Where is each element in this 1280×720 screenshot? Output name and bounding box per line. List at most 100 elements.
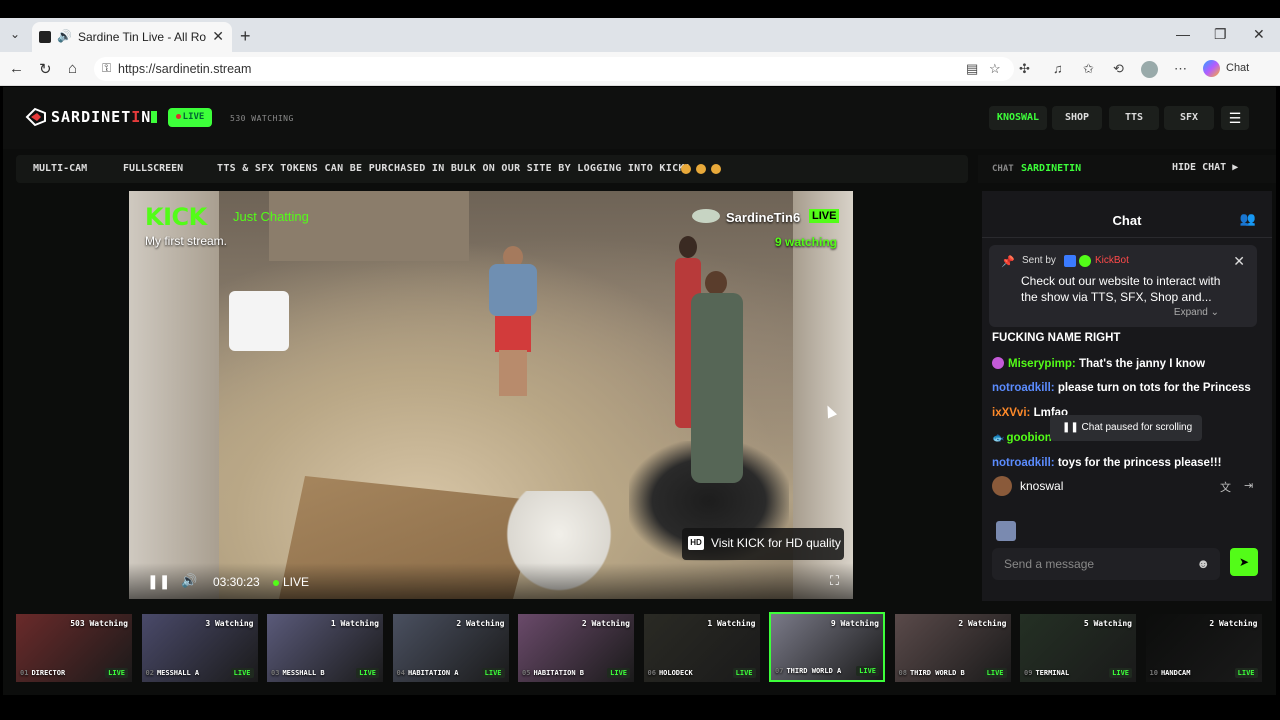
site-logo-text[interactable]: SARDINETIN <box>51 108 151 126</box>
logo-accent-i: I <box>131 108 142 126</box>
media-icon[interactable]: ♫ <box>1053 61 1063 76</box>
nav-shop[interactable]: SHOP <box>1052 106 1102 130</box>
stream-live-badge: LIVE <box>809 209 840 223</box>
favorites-icon[interactable]: ✩ <box>1083 61 1094 77</box>
camera-watching: 2 Watching <box>1209 619 1258 628</box>
chat-user[interactable]: Miserypimp: <box>1008 358 1076 370</box>
kick-logo[interactable]: KICK <box>145 203 207 231</box>
camera-live-badge: LIVE <box>856 666 879 676</box>
fullscreen-icon[interactable]: ⛶ <box>830 573 839 589</box>
extensions-icon[interactable]: ✣ <box>1019 61 1030 77</box>
watching-count: 530 WATCHING <box>230 114 294 123</box>
video-live-indicator[interactable]: LIVE <box>273 575 309 589</box>
camera-thumb[interactable]: 2 Watching 04 HABITATION A LIVE <box>392 614 509 682</box>
close-tab-icon[interactable]: ✕ <box>212 28 224 45</box>
nav-tts[interactable]: TTS <box>1109 106 1159 130</box>
minimize-icon[interactable]: — <box>1176 26 1190 42</box>
chat-user[interactable]: notroadkill: <box>992 382 1055 394</box>
camera-thumb[interactable]: 2 Watching 05 HABITATION B LIVE <box>518 614 634 682</box>
camera-thumb[interactable]: 1 Watching 06 HOLODECK LIVE <box>643 614 760 682</box>
chat-user[interactable]: goobion <box>1006 432 1051 444</box>
video-scene-person <box>687 271 747 491</box>
camera-name-label: HABITATION B <box>533 669 585 677</box>
browser-tab[interactable]: 🔊 Sardine Tin Live - All Rooms, A ✕ <box>32 22 232 52</box>
chat-message-input[interactable]: Send a message ☻ <box>992 548 1220 580</box>
volume-icon[interactable]: 🔊 <box>181 573 197 589</box>
camera-watching: 5 Watching <box>1083 619 1132 628</box>
copilot-icon[interactable] <box>1203 60 1220 77</box>
history-icon[interactable]: ⟲ <box>1113 61 1124 77</box>
camera-thumb[interactable]: 2 Watching 08 THIRD WORLD B LIVE <box>894 614 1011 682</box>
chat-user[interactable]: notroadkill: <box>992 457 1055 469</box>
chat-panel: Chat 👥 📌 Sent by KickBot ✕ Check out our… <box>982 191 1272 601</box>
back-icon[interactable]: ← <box>9 60 24 77</box>
chat-paused-indicator[interactable]: ❚❚ Chat paused for scrolling <box>1050 415 1202 441</box>
camera-live-badge: LIVE <box>481 668 505 678</box>
camera-number: 02 <box>145 669 154 677</box>
visit-kick-hd-button[interactable]: HD Visit KICK for HD quality <box>682 528 844 560</box>
restore-icon[interactable]: ❐ <box>1214 26 1227 43</box>
channel-name[interactable]: SardineTin6 <box>726 210 800 225</box>
video-player[interactable]: KICK Just Chatting My first stream. Sard… <box>129 191 853 599</box>
divider <box>982 237 1272 238</box>
pinned-bot-name[interactable]: KickBot <box>1095 255 1129 266</box>
camera-name-label: HABITATION A <box>407 669 459 677</box>
url-text[interactable]: https://sardinetin.stream <box>118 62 251 76</box>
sardine-logo-icon[interactable] <box>25 107 47 127</box>
new-tab-icon[interactable]: + <box>240 26 251 47</box>
profile-avatar[interactable] <box>1141 61 1158 78</box>
users-icon[interactable]: 👥 <box>1240 211 1256 227</box>
pause-icon[interactable]: ❚❚ <box>147 573 170 590</box>
more-menu-icon[interactable]: ⋯ <box>1174 61 1187 77</box>
nav-knoswal[interactable]: KNOSWAL <box>989 106 1047 130</box>
hd-label: Visit KICK for HD quality <box>711 536 841 550</box>
pin-icon: 📌 <box>1001 256 1015 268</box>
chat-text: please turn on tots for the Princess <box>1057 382 1251 394</box>
site-info-icon[interactable]: ⚿ <box>102 61 111 76</box>
multi-cam-button[interactable]: MULTI-CAM <box>33 159 87 179</box>
hd-icon: HD <box>688 536 704 550</box>
chat-text: toys for the princess please!!! <box>1057 457 1222 469</box>
current-username[interactable]: knoswal <box>1020 479 1063 493</box>
user-badge-icon: 🐟 <box>992 433 1005 444</box>
copilot-label[interactable]: Chat <box>1226 62 1249 74</box>
reader-view-icon[interactable]: ▤ <box>966 61 978 77</box>
url-field[interactable]: ⚿ https://sardinetin.stream <box>94 57 1014 81</box>
tab-list-dropdown-icon[interactable]: ⌄ <box>6 27 24 43</box>
camera-thumb[interactable]: 9 Watching 07 THIRD WORLD A LIVE <box>769 612 885 682</box>
camera-name: 09 TERMINAL <box>1024 669 1069 677</box>
expand-pinned-button[interactable]: Expand ⌄ <box>1174 307 1219 318</box>
chat-input-placeholder[interactable]: Send a message <box>1004 557 1094 571</box>
fullscreen-button[interactable]: FULLSCREEN <box>123 159 183 179</box>
close-window-icon[interactable]: ✕ <box>1253 26 1265 43</box>
send-icon[interactable]: ➤ <box>1230 548 1258 576</box>
camera-thumb[interactable]: 2 Watching 10 HANDCAM LIVE <box>1145 614 1262 682</box>
reload-icon[interactable]: ↻ <box>39 60 52 78</box>
camera-thumb[interactable]: 1 Watching 03 MESSHALL B LIVE <box>267 614 383 682</box>
user-avatar[interactable] <box>992 476 1012 496</box>
translate-icon[interactable]: 文 <box>1220 479 1231 495</box>
stream-category[interactable]: Just Chatting <box>233 209 309 224</box>
home-icon[interactable]: ⌂ <box>68 60 77 77</box>
camera-number: 07 <box>775 667 784 675</box>
hide-chat-button[interactable]: HIDE CHAT ▶ <box>1172 162 1238 173</box>
camera-name-label: TERMINAL <box>1035 669 1070 677</box>
chat-user[interactable]: ixXVvi: <box>992 407 1030 419</box>
close-pinned-icon[interactable]: ✕ <box>1233 253 1245 270</box>
camera-thumb[interactable]: 5 Watching 09 TERMINAL LIVE <box>1020 614 1136 682</box>
logout-icon[interactable]: ⇥ <box>1244 479 1253 492</box>
camera-watching: 2 Watching <box>958 619 1007 628</box>
hamburger-menu-icon[interactable]: ☰ <box>1221 106 1249 130</box>
tab-title: Sardine Tin Live - All Rooms, A <box>78 30 206 44</box>
channel-avatar-icon[interactable] <box>692 209 720 223</box>
emoji-icon[interactable]: ☻ <box>1196 556 1210 571</box>
emote-icon[interactable] <box>996 521 1016 541</box>
camera-thumb[interactable]: 3 Watching 02 MESSHALL A LIVE <box>141 614 258 682</box>
camera-thumb[interactable]: 503 Watching 01 DIRECTOR LIVE <box>16 614 132 682</box>
camera-watching: 503 Watching <box>70 619 128 628</box>
nav-sfx[interactable]: SFX <box>1164 106 1214 130</box>
live-badge-label: LIVE <box>182 112 205 122</box>
camera-watching: 2 Watching <box>456 619 505 628</box>
favorite-star-icon[interactable]: ☆ <box>989 61 1001 77</box>
speaker-icon[interactable]: 🔊 <box>57 29 72 43</box>
